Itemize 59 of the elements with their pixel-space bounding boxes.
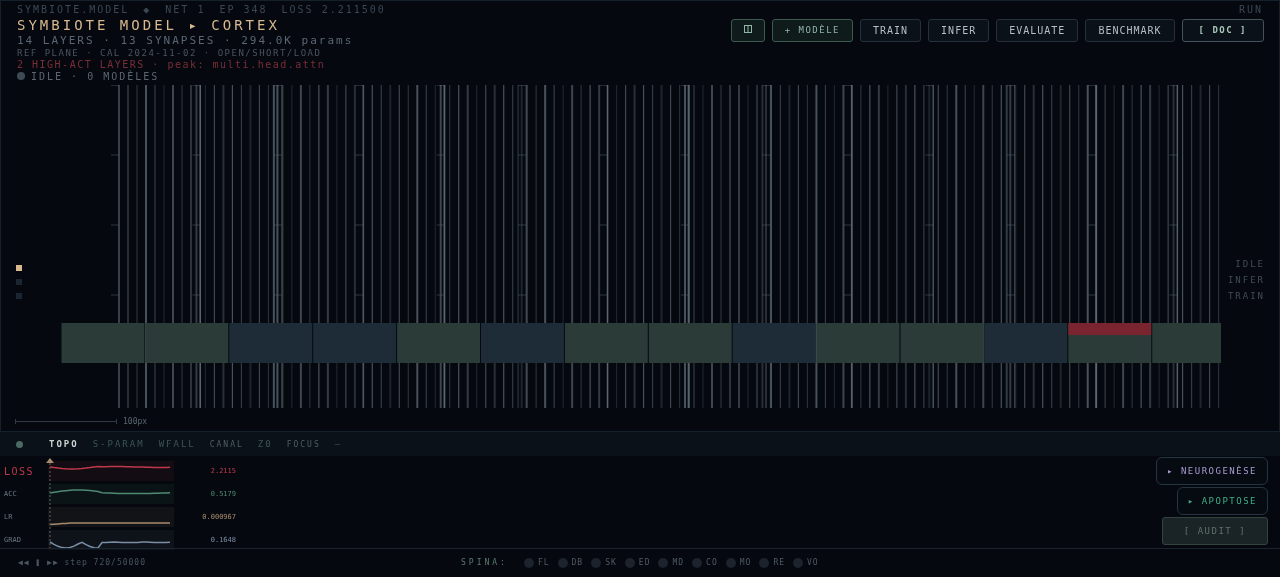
layer-block[interactable]	[564, 323, 648, 364]
layer-block[interactable]	[984, 323, 1068, 364]
alert-text: 2 HIGH-ACT LAYERS · peak: multi.head.attn	[17, 58, 327, 70]
panel-icon	[743, 25, 752, 34]
channel-label: ED	[638, 558, 651, 567]
channel-label: RE	[773, 558, 786, 567]
layer-block[interactable]	[313, 323, 397, 364]
layer-block[interactable]	[397, 323, 480, 364]
layer-block[interactable]	[229, 323, 313, 364]
ref-plane-text: REF PLANE · CAL 2024-11-02 · OPEN/SHORT/LOAD	[17, 47, 323, 58]
channel-label: MO	[739, 558, 752, 567]
spina-label: SPINA:	[461, 558, 508, 567]
channel-dot[interactable]	[692, 557, 703, 568]
channel-dot[interactable]	[557, 557, 568, 568]
mode-indicator[interactable]	[16, 265, 22, 272]
channel-label: SK	[605, 558, 617, 567]
model-stats: 14 LAYERS · 13 SYNAPSES · 294.0K params	[17, 33, 354, 47]
mode-label: INFER	[1227, 275, 1265, 286]
epoch-label: EP 348	[219, 4, 268, 16]
layer-block[interactable]	[481, 323, 564, 364]
page-title: SYMBIOTE MODEL ▸ CORTEX	[17, 16, 281, 33]
cursor-line[interactable]	[46, 458, 54, 550]
panel-tab[interactable]: TOPO	[49, 439, 79, 449]
channel-dot[interactable]	[725, 557, 736, 568]
layer-block[interactable]	[61, 323, 145, 364]
channel-label: FL	[537, 558, 550, 567]
layer-block[interactable]	[732, 323, 816, 364]
status-text: IDLE · 0 MODÈLES	[31, 70, 160, 82]
mode-label: TRAIN	[1227, 291, 1265, 302]
status-dot	[17, 72, 25, 81]
mode-label: IDLE	[1235, 259, 1265, 270]
toolbar-button[interactable]: [ DOC ]	[1181, 18, 1264, 42]
channel-label: VO	[807, 558, 819, 567]
scale-label: 100px	[123, 416, 148, 426]
channel-dot[interactable]	[591, 557, 602, 568]
net-label: NET 1	[165, 4, 206, 16]
channel-dot[interactable]	[658, 557, 669, 568]
channel-dot[interactable]	[624, 557, 635, 568]
toolbar-button[interactable]: + MODÈLE	[771, 18, 853, 42]
panel-toggle-button[interactable]	[730, 18, 765, 42]
channel-dot[interactable]	[759, 557, 770, 568]
metric-label: LOSS	[3, 465, 36, 477]
channel-dot[interactable]	[793, 557, 804, 568]
separator-glyph: ◆	[143, 4, 152, 16]
channel-label: MD	[672, 558, 685, 567]
layer-block[interactable]	[145, 323, 229, 364]
model-name: SYMBIOTE.MODEL	[17, 4, 130, 16]
loss-label: LOSS 2.211500	[281, 4, 386, 16]
run-label: RUN	[1238, 4, 1263, 16]
channel-label: DB	[571, 558, 584, 567]
action-button[interactable]: ▸ APOPTOSE	[1176, 487, 1268, 515]
layer-block[interactable]	[900, 323, 984, 364]
channel-dot[interactable]	[523, 557, 534, 568]
layer-block[interactable]	[1152, 323, 1221, 364]
layer-block[interactable]	[648, 323, 732, 364]
layer-block[interactable]	[816, 323, 900, 364]
channel-label: CO	[706, 558, 718, 567]
panel-dot	[16, 440, 23, 448]
action-button[interactable]: ▸ NEUROGENÈSE	[1156, 457, 1268, 485]
